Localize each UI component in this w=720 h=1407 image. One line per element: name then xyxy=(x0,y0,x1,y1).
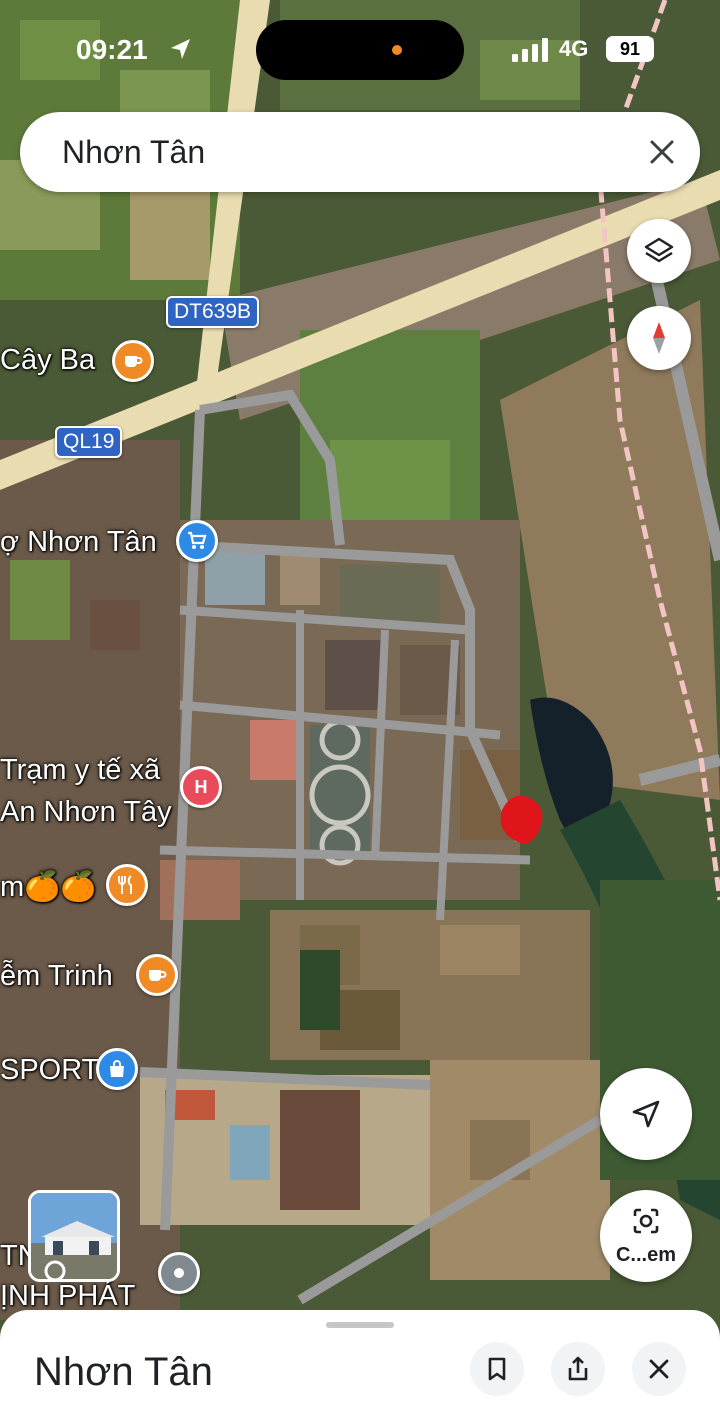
place-pin-icon[interactable] xyxy=(158,1252,200,1294)
camera-search-label: C...em xyxy=(615,1244,677,1266)
cafe-pin-icon[interactable] xyxy=(112,340,154,382)
place-label-fruit[interactable]: m🍊🍊 xyxy=(0,870,96,904)
svg-text:H: H xyxy=(195,777,208,797)
shopping-cart-pin-icon[interactable] xyxy=(176,520,218,562)
road-badge-dt639b: DT639B xyxy=(166,296,260,328)
place-label-clinic-1[interactable]: Trạm y tế xã xyxy=(0,754,160,787)
place-label-cay-ba[interactable]: Cây Ba xyxy=(0,344,95,377)
hospital-pin-icon[interactable]: H xyxy=(180,766,222,808)
my-location-button[interactable] xyxy=(600,1068,692,1160)
search-query[interactable]: Nhơn Tân xyxy=(62,134,205,171)
road-badge-ql19: QL19 xyxy=(55,426,123,458)
compass-icon xyxy=(653,322,665,354)
place-label-sport[interactable]: SPORT xyxy=(0,1054,99,1087)
share-button[interactable] xyxy=(551,1342,605,1396)
battery-level: 91 xyxy=(606,36,654,62)
place-label-market[interactable]: ợ Nhơn Tân xyxy=(0,526,157,559)
restaurant-pin-icon[interactable] xyxy=(106,864,148,906)
bookmark-icon xyxy=(488,1357,506,1381)
lens-camera-icon xyxy=(633,1208,659,1234)
place-label-bottom-2[interactable]: ỊNH PHÁT xyxy=(0,1280,135,1313)
layers-icon xyxy=(644,237,674,263)
cafe-pin-icon[interactable] xyxy=(136,954,178,996)
sheet-drag-handle[interactable] xyxy=(326,1322,394,1328)
compass-button[interactable] xyxy=(627,306,691,370)
camera-search-button[interactable]: C...em xyxy=(600,1190,692,1282)
layers-button[interactable] xyxy=(627,219,691,283)
shopping-bag-pin-icon[interactable] xyxy=(96,1048,138,1090)
place-label-cafe-trinh[interactable]: ễm Trinh xyxy=(0,960,113,993)
location-services-icon xyxy=(171,39,190,59)
street-view-thumbnail[interactable] xyxy=(28,1190,120,1282)
dynamic-island xyxy=(256,20,464,80)
status-time: 09:21 xyxy=(76,34,148,65)
place-title: Nhơn Tân xyxy=(34,1350,213,1394)
search-bar[interactable]: Nhơn Tân xyxy=(20,112,700,192)
share-icon xyxy=(568,1356,588,1381)
navigation-arrow-icon xyxy=(632,1100,660,1128)
save-button[interactable] xyxy=(470,1342,524,1396)
cellular-signal-icon xyxy=(512,38,548,62)
clear-search-icon[interactable] xyxy=(646,136,678,168)
place-label-clinic-2[interactable]: An Nhơn Tây xyxy=(0,796,172,829)
close-button[interactable] xyxy=(632,1342,686,1396)
place-bottom-sheet[interactable]: Nhơn Tân xyxy=(0,1310,720,1407)
close-icon xyxy=(649,1359,669,1379)
network-type: 4G xyxy=(559,36,589,61)
